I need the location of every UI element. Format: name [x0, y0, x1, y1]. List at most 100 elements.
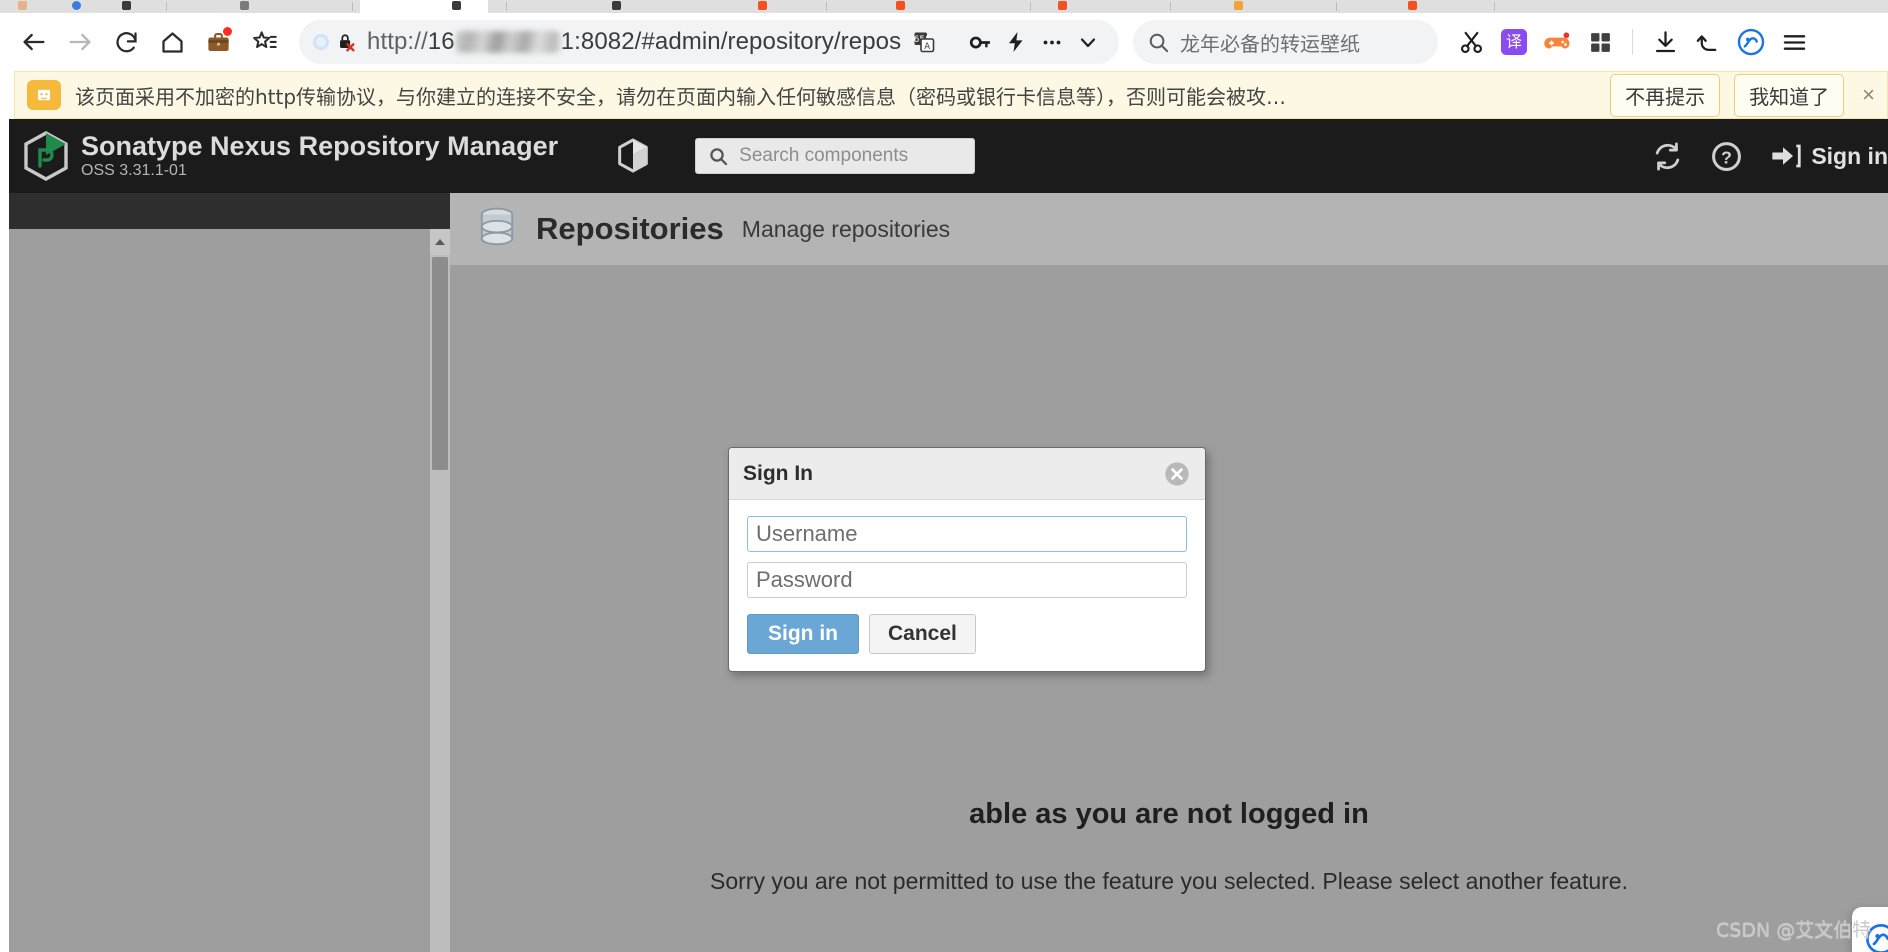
nexus-signin-label: Sign in: [1811, 142, 1888, 169]
browser-toolbar: http://16 1:8082/#admin/repository/repos …: [0, 13, 1888, 71]
undo-icon[interactable]: [1689, 23, 1727, 61]
active-tab[interactable]: [360, 0, 488, 13]
address-port: :8082: [574, 28, 635, 55]
sign-in-arrow-icon: [1772, 144, 1801, 168]
game-controller-icon[interactable]: [1538, 23, 1576, 61]
tab-favicon[interactable]: [240, 1, 249, 10]
toolbar-divider: [1632, 29, 1633, 55]
nexus-component-search[interactable]: Search components: [695, 138, 976, 174]
reload-button[interactable]: [106, 22, 146, 62]
nexus-search-placeholder: Search components: [739, 145, 909, 166]
warning-face-glyph-icon: [36, 86, 52, 102]
screenshot-root: http://16 1:8082/#admin/repository/repos …: [0, 0, 1888, 952]
address-host-redacted: [455, 31, 560, 53]
not-secure-lock-icon[interactable]: [335, 31, 357, 53]
tab-favicon[interactable]: [612, 1, 621, 10]
chevron-down-icon[interactable]: [1071, 25, 1105, 59]
address-host-prefix: 16: [427, 28, 455, 55]
work-profile-button[interactable]: [198, 22, 238, 62]
tab-separator: [1170, 2, 1171, 11]
browser-search-placeholder: 龙年必备的转运壁纸: [1180, 33, 1360, 56]
forward-button[interactable]: [60, 22, 100, 62]
translate-badge-icon[interactable]: 译: [1495, 23, 1533, 61]
page-indicator-icon: [313, 34, 329, 50]
tab-separator: [1336, 2, 1337, 11]
tab-favicon[interactable]: [122, 1, 131, 10]
tab-separator: [1030, 2, 1031, 11]
refresh-icon[interactable]: [1651, 140, 1684, 173]
browser-tab-strip[interactable]: [0, 0, 1888, 13]
menu-icon[interactable]: [1775, 23, 1813, 61]
apps-grid-icon[interactable]: [1581, 23, 1619, 61]
warning-close-icon[interactable]: ×: [1862, 82, 1875, 108]
address-bar[interactable]: http://16 1:8082/#admin/repository/repos …: [299, 20, 1119, 64]
refresh-glyph-icon: [1656, 141, 1680, 171]
tab-favicon[interactable]: [72, 1, 81, 10]
sidebar-scrollbar[interactable]: [430, 229, 450, 952]
browse-cube-icon[interactable]: [613, 136, 653, 176]
download-icon[interactable]: [1646, 23, 1684, 61]
address-path: /#admin/repository/repos: [634, 28, 902, 55]
warning-dismiss-button[interactable]: 不再提示: [1610, 73, 1721, 117]
tab-favicon[interactable]: [896, 1, 905, 10]
signin-cancel-button[interactable]: Cancel: [869, 614, 976, 654]
translate-icon[interactable]: \u6587 A: [911, 29, 937, 55]
translate-badge-label: 译: [1501, 29, 1527, 55]
close-circle-icon[interactable]: [1163, 460, 1191, 488]
tab-favicon[interactable]: [1058, 1, 1067, 10]
sidebar-header: [9, 193, 450, 229]
more-options-icon[interactable]: [1035, 25, 1069, 59]
tab-separator: [1494, 2, 1495, 11]
not-logged-in-message: able as you are not logged in: [969, 798, 1369, 830]
database-icon: [480, 207, 514, 246]
account-icon[interactable]: [1732, 23, 1770, 61]
key-glyph-icon: [969, 36, 990, 48]
signin-submit-button[interactable]: Sign in: [747, 614, 859, 654]
scissors-icon[interactable]: [1452, 23, 1490, 61]
nexus-version: OSS 3.31.1-01: [81, 162, 187, 179]
signin-dialog-title: Sign In: [743, 461, 813, 485]
warning-site-icon: [27, 80, 61, 110]
tab-favicon[interactable]: [18, 1, 27, 10]
lightning-glyph-icon: [1009, 32, 1023, 52]
nexus-brand: Sonatype Nexus Repository Manager OSS 3.…: [81, 131, 558, 181]
tab-favicon[interactable]: [1408, 1, 1417, 10]
search-icon: [1149, 33, 1169, 52]
download-glyph-icon: [1655, 30, 1675, 52]
close-circle-glyph-icon: [1165, 461, 1189, 486]
warning-ok-button[interactable]: 我知道了: [1734, 73, 1845, 117]
tab-favicon[interactable]: [1234, 1, 1243, 10]
nexus-logo-icon[interactable]: [21, 130, 71, 182]
address-text: http://16 1:8082/#admin/repository/repos: [367, 28, 901, 56]
extension-toolbar: 译: [1452, 23, 1813, 61]
password-key-icon[interactable]: [963, 25, 997, 59]
signin-dialog: Sign In Sign in Cancel: [728, 447, 1206, 672]
password-input[interactable]: [747, 562, 1187, 598]
svg-text:A: A: [924, 42, 930, 52]
warning-actions: 不再提示 我知道了 ×: [1610, 73, 1875, 117]
signin-dialog-body: Sign in Cancel: [729, 500, 1205, 668]
browser-search-box[interactable]: 龙年必备的转运壁纸: [1133, 20, 1438, 64]
tab-separator: [166, 2, 167, 11]
back-button[interactable]: [14, 22, 54, 62]
lightning-icon[interactable]: [999, 25, 1033, 59]
home-button[interactable]: [152, 22, 192, 62]
help-glyph-icon: ?: [1712, 141, 1742, 171]
sidebar-scroll-thumb[interactable]: [432, 257, 448, 470]
not-permitted-message: Sorry you are not permitted to use the f…: [710, 868, 1628, 894]
tab-favicon[interactable]: [452, 1, 461, 10]
apps-grid-glyph-icon: [1590, 32, 1610, 52]
scroll-up-arrow-icon[interactable]: [430, 229, 450, 255]
hamburger-menu-glyph-icon: [1783, 34, 1805, 50]
address-protocol: http://: [367, 28, 428, 55]
game-controller-glyph-icon: [1544, 32, 1570, 49]
address-bar-actions: [963, 25, 1105, 59]
account-glyph-icon: [1737, 28, 1765, 56]
tab-favicon[interactable]: [758, 1, 767, 10]
username-input[interactable]: [747, 516, 1187, 552]
collections-star-icon: [252, 30, 277, 48]
nexus-signin-button[interactable]: Sign in: [1769, 140, 1888, 172]
csdn-watermark: CSDN @艾文伯特: [1716, 919, 1872, 941]
collections-button[interactable]: [244, 22, 284, 62]
help-icon[interactable]: ?: [1710, 140, 1743, 173]
